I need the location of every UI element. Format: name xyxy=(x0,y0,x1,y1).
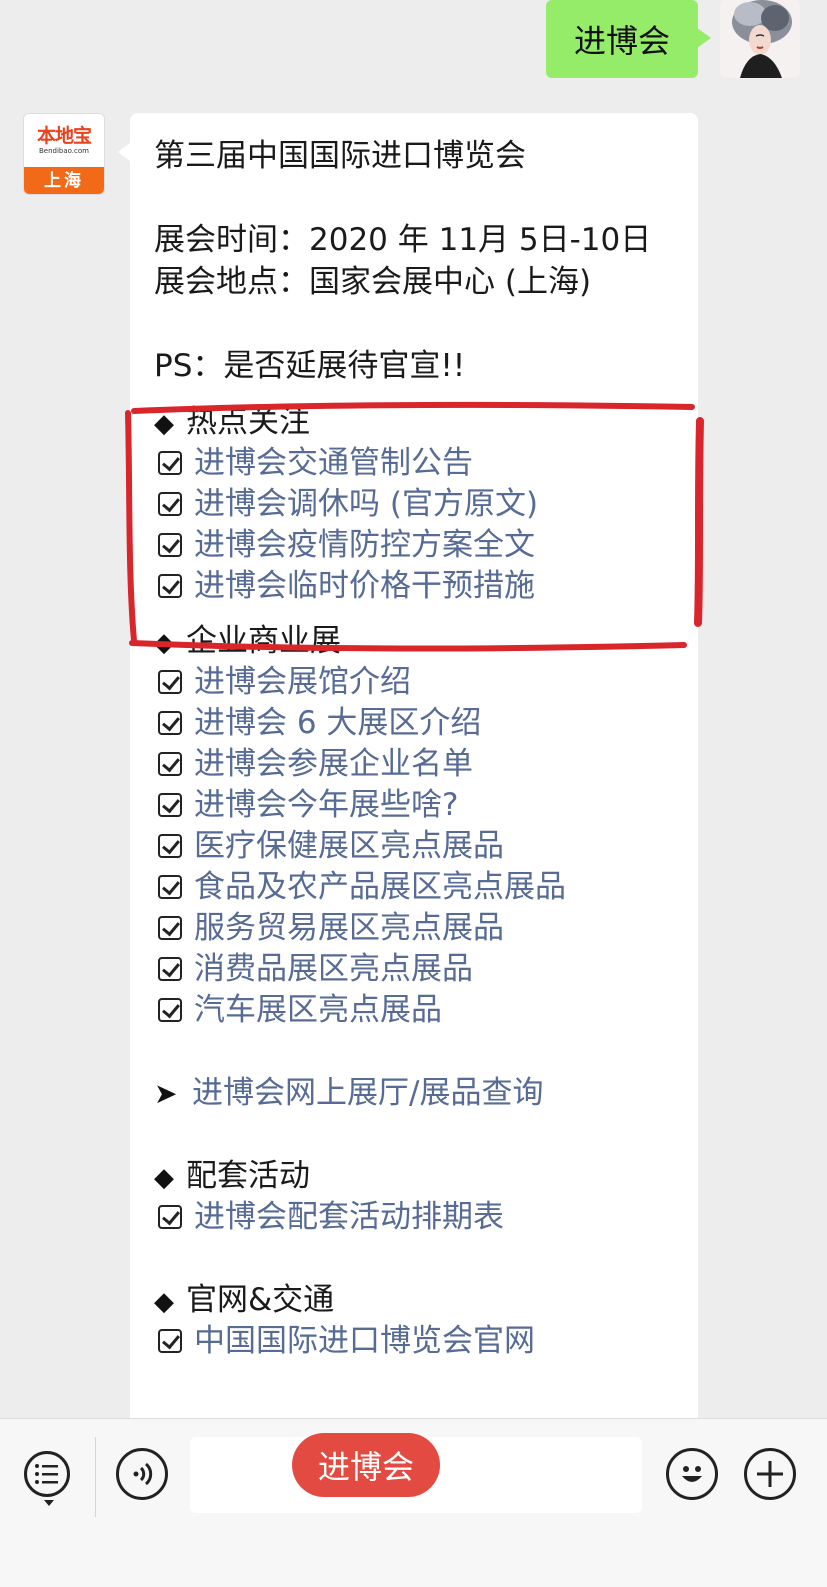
user-message-text: 进博会 xyxy=(573,22,670,60)
divider xyxy=(95,1437,96,1517)
voice-icon xyxy=(133,1462,153,1486)
menu-button[interactable] xyxy=(24,1451,70,1497)
section-business: ◆ 企业商业展 xyxy=(154,620,672,661)
online-hall-row[interactable]: ➤ 进博会网上展厅/展品查询 xyxy=(154,1072,672,1113)
ps-note: PS：是否延展待官宣!! xyxy=(154,348,466,384)
message-title: 第三届中国国际进口博览会 xyxy=(154,138,526,174)
checkbox-icon xyxy=(158,451,182,475)
diamond-icon: ◆ xyxy=(154,1163,174,1193)
list-item[interactable]: 进博会今年展些啥? xyxy=(154,784,672,825)
chat-input-bar: 进博会 xyxy=(0,1418,827,1587)
diamond-icon: ◆ xyxy=(154,628,174,658)
plus-icon xyxy=(757,1461,783,1487)
bot-message-bubble: 第三届中国国际进口博览会 展会时间：2020 年 11月 5日-10日 展会地点… xyxy=(130,113,698,1433)
list-item[interactable]: 食品及农产品展区亮点展品 xyxy=(154,866,672,907)
list-item[interactable]: 进博会临时价格干预措施 xyxy=(154,565,672,606)
list-item[interactable]: 汽车展区亮点展品 xyxy=(154,989,672,1030)
list-item[interactable]: 进博会配套活动排期表 xyxy=(154,1196,672,1237)
link-official-site[interactable]: 中国国际进口博览会官网 xyxy=(194,1323,535,1359)
user-avatar-image xyxy=(720,0,800,78)
checkbox-icon xyxy=(158,998,182,1022)
checkbox-icon xyxy=(158,957,182,981)
link-auto[interactable]: 汽车展区亮点展品 xyxy=(194,992,442,1028)
link-six-areas[interactable]: 进博会 6 大展区介绍 xyxy=(194,705,481,741)
section-business-title: 企业商业展 xyxy=(186,623,341,659)
link-medical[interactable]: 医疗保健展区亮点展品 xyxy=(194,828,504,864)
link-epidemic-plan[interactable]: 进博会疫情防控方案全文 xyxy=(194,527,535,563)
link-hall-intro[interactable]: 进博会展馆介绍 xyxy=(194,664,411,700)
bot-avatar[interactable]: 本地宝 Bendibao.com 上海 xyxy=(23,113,105,195)
smiley-icon xyxy=(682,1466,702,1482)
section-hot: ◆ 热点关注 xyxy=(154,401,672,442)
checkbox-icon xyxy=(158,1329,182,1353)
expo-place-label: 展会地点： xyxy=(154,264,309,300)
list-item[interactable]: 消费品展区亮点展品 xyxy=(154,948,672,989)
diamond-icon: ◆ xyxy=(154,1287,174,1317)
link-activity-schedule[interactable]: 进博会配套活动排期表 xyxy=(194,1199,504,1235)
list-item[interactable]: 进博会参展企业名单 xyxy=(154,743,672,784)
section-official: ◆ 官网&交通 xyxy=(154,1279,672,1320)
quick-reply-button[interactable]: 进博会 xyxy=(292,1433,440,1497)
voice-button[interactable] xyxy=(116,1448,168,1500)
checkbox-icon xyxy=(158,916,182,940)
user-message-bubble[interactable]: 进博会 xyxy=(546,0,711,78)
bot-brand-url: Bendibao.com xyxy=(38,147,89,155)
section-activities-title: 配套活动 xyxy=(186,1158,310,1194)
plus-button[interactable] xyxy=(744,1448,796,1500)
section-official-title: 官网&交通 xyxy=(186,1282,335,1318)
link-online-hall[interactable]: 进博会网上展厅/展品查询 xyxy=(192,1075,543,1111)
emoji-button[interactable] xyxy=(666,1448,718,1500)
checkbox-icon xyxy=(158,711,182,735)
list-item[interactable]: 进博会 6 大展区介绍 xyxy=(154,702,672,743)
link-consumer[interactable]: 消费品展区亮点展品 xyxy=(194,951,473,987)
link-price-measures[interactable]: 进博会临时价格干预措施 xyxy=(194,568,535,604)
list-item[interactable]: 服务贸易展区亮点展品 xyxy=(154,907,672,948)
arrow-icon: ➤ xyxy=(154,1077,178,1110)
bot-avatar-logo: 本地宝 Bendibao.com xyxy=(24,114,104,167)
link-food[interactable]: 食品及农产品展区亮点展品 xyxy=(194,869,566,905)
checkbox-icon xyxy=(158,834,182,858)
checkbox-icon xyxy=(158,492,182,516)
checkbox-icon xyxy=(158,875,182,899)
checkbox-icon xyxy=(158,670,182,694)
expo-time-value: 2020 年 11月 5日-10日 xyxy=(309,222,652,258)
link-holiday[interactable]: 进博会调休吗 (官方原文) xyxy=(194,486,538,522)
expo-place: 展会地点：国家会展中心 (上海) xyxy=(154,261,672,303)
checkbox-icon xyxy=(158,574,182,598)
expo-place-value: 国家会展中心 (上海) xyxy=(309,264,592,300)
section-hot-title: 热点关注 xyxy=(186,404,310,440)
list-item[interactable]: 医疗保健展区亮点展品 xyxy=(154,825,672,866)
link-service-trade[interactable]: 服务贸易展区亮点展品 xyxy=(194,910,504,946)
bot-city-label: 上海 xyxy=(24,167,104,194)
link-exhibitors[interactable]: 进博会参展企业名单 xyxy=(194,746,473,782)
list-item[interactable]: 中国国际进口博览会官网 xyxy=(154,1320,672,1361)
checkbox-icon xyxy=(158,1205,182,1229)
list-item[interactable]: 进博会调休吗 (官方原文) xyxy=(154,483,672,524)
link-whats-on[interactable]: 进博会今年展些啥? xyxy=(194,787,458,823)
checkbox-icon xyxy=(158,533,182,557)
user-avatar[interactable] xyxy=(720,0,800,78)
expo-time: 展会时间：2020 年 11月 5日-10日 xyxy=(154,219,672,261)
checkbox-icon xyxy=(158,752,182,776)
section-activities: ◆ 配套活动 xyxy=(154,1155,672,1196)
list-item[interactable]: 进博会交通管制公告 xyxy=(154,442,672,483)
list-item[interactable]: 进博会展馆介绍 xyxy=(154,661,672,702)
expo-time-label: 展会时间： xyxy=(154,222,309,258)
link-traffic-control[interactable]: 进博会交通管制公告 xyxy=(194,445,473,481)
checkbox-icon xyxy=(158,793,182,817)
bot-brand-text: 本地宝 xyxy=(36,125,92,147)
list-icon xyxy=(35,1464,58,1484)
diamond-icon: ◆ xyxy=(154,409,174,439)
menu-caret-icon xyxy=(44,1500,54,1506)
list-item[interactable]: 进博会疫情防控方案全文 xyxy=(154,524,672,565)
